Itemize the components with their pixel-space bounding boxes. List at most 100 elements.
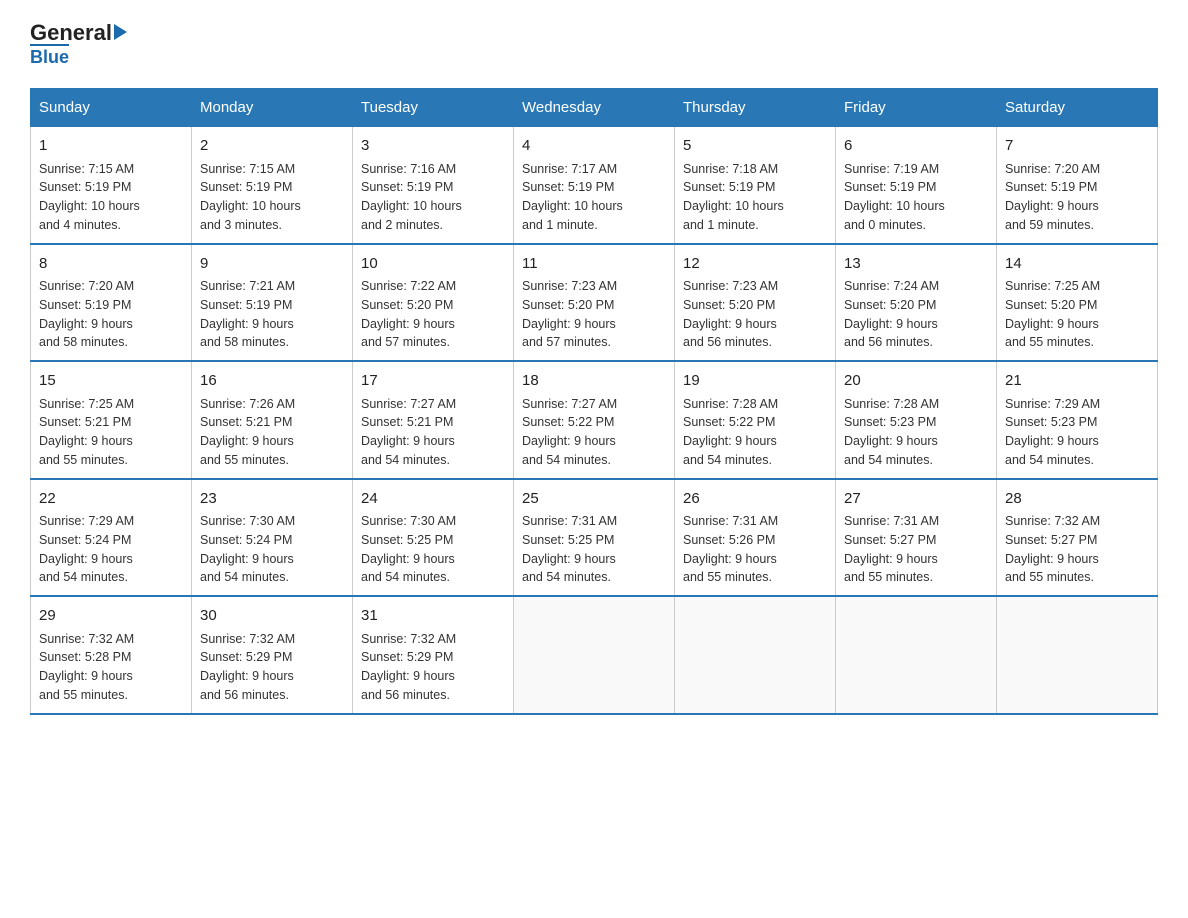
day-info: Sunrise: 7:23 AMSunset: 5:20 PMDaylight:… <box>683 277 827 352</box>
header-cell-thursday: Thursday <box>675 89 836 127</box>
day-number: 3 <box>361 135 505 158</box>
day-number: 22 <box>39 488 183 511</box>
day-info: Sunrise: 7:29 AMSunset: 5:24 PMDaylight:… <box>39 512 183 587</box>
day-info: Sunrise: 7:20 AMSunset: 5:19 PMDaylight:… <box>39 277 183 352</box>
calendar-body: 1 Sunrise: 7:15 AMSunset: 5:19 PMDayligh… <box>31 127 1158 714</box>
calendar-cell: 24 Sunrise: 7:30 AMSunset: 5:25 PMDaylig… <box>353 479 514 597</box>
day-info: Sunrise: 7:19 AMSunset: 5:19 PMDaylight:… <box>844 160 988 235</box>
header-cell-wednesday: Wednesday <box>514 89 675 127</box>
header-cell-tuesday: Tuesday <box>353 89 514 127</box>
day-number: 4 <box>522 135 666 158</box>
calendar-cell <box>997 596 1158 714</box>
day-number: 2 <box>200 135 344 158</box>
calendar-cell: 9 Sunrise: 7:21 AMSunset: 5:19 PMDayligh… <box>192 244 353 362</box>
day-info: Sunrise: 7:15 AMSunset: 5:19 PMDaylight:… <box>39 160 183 235</box>
calendar-cell: 25 Sunrise: 7:31 AMSunset: 5:25 PMDaylig… <box>514 479 675 597</box>
day-number: 23 <box>200 488 344 511</box>
day-number: 18 <box>522 370 666 393</box>
day-info: Sunrise: 7:17 AMSunset: 5:19 PMDaylight:… <box>522 160 666 235</box>
header-cell-sunday: Sunday <box>31 89 192 127</box>
calendar-cell <box>675 596 836 714</box>
day-info: Sunrise: 7:26 AMSunset: 5:21 PMDaylight:… <box>200 395 344 470</box>
calendar-cell: 12 Sunrise: 7:23 AMSunset: 5:20 PMDaylig… <box>675 244 836 362</box>
day-number: 31 <box>361 605 505 628</box>
day-number: 9 <box>200 253 344 276</box>
day-number: 20 <box>844 370 988 393</box>
calendar-cell: 14 Sunrise: 7:25 AMSunset: 5:20 PMDaylig… <box>997 244 1158 362</box>
day-number: 13 <box>844 253 988 276</box>
day-number: 12 <box>683 253 827 276</box>
day-info: Sunrise: 7:23 AMSunset: 5:20 PMDaylight:… <box>522 277 666 352</box>
calendar-cell: 18 Sunrise: 7:27 AMSunset: 5:22 PMDaylig… <box>514 361 675 479</box>
calendar-table: SundayMondayTuesdayWednesdayThursdayFrid… <box>30 88 1158 715</box>
day-number: 28 <box>1005 488 1149 511</box>
calendar-cell: 28 Sunrise: 7:32 AMSunset: 5:27 PMDaylig… <box>997 479 1158 597</box>
day-number: 7 <box>1005 135 1149 158</box>
calendar-cell: 20 Sunrise: 7:28 AMSunset: 5:23 PMDaylig… <box>836 361 997 479</box>
day-info: Sunrise: 7:29 AMSunset: 5:23 PMDaylight:… <box>1005 395 1149 470</box>
day-info: Sunrise: 7:28 AMSunset: 5:22 PMDaylight:… <box>683 395 827 470</box>
day-info: Sunrise: 7:18 AMSunset: 5:19 PMDaylight:… <box>683 160 827 235</box>
day-info: Sunrise: 7:31 AMSunset: 5:26 PMDaylight:… <box>683 512 827 587</box>
day-info: Sunrise: 7:20 AMSunset: 5:19 PMDaylight:… <box>1005 160 1149 235</box>
page-header: General Blue <box>30 20 1158 68</box>
day-info: Sunrise: 7:30 AMSunset: 5:25 PMDaylight:… <box>361 512 505 587</box>
day-number: 17 <box>361 370 505 393</box>
logo-arrow-icon <box>114 24 127 40</box>
day-number: 6 <box>844 135 988 158</box>
calendar-cell: 19 Sunrise: 7:28 AMSunset: 5:22 PMDaylig… <box>675 361 836 479</box>
calendar-cell: 31 Sunrise: 7:32 AMSunset: 5:29 PMDaylig… <box>353 596 514 714</box>
day-number: 15 <box>39 370 183 393</box>
calendar-cell: 15 Sunrise: 7:25 AMSunset: 5:21 PMDaylig… <box>31 361 192 479</box>
day-info: Sunrise: 7:31 AMSunset: 5:25 PMDaylight:… <box>522 512 666 587</box>
day-number: 30 <box>200 605 344 628</box>
calendar-cell: 16 Sunrise: 7:26 AMSunset: 5:21 PMDaylig… <box>192 361 353 479</box>
calendar-cell: 5 Sunrise: 7:18 AMSunset: 5:19 PMDayligh… <box>675 127 836 244</box>
day-number: 14 <box>1005 253 1149 276</box>
day-info: Sunrise: 7:22 AMSunset: 5:20 PMDaylight:… <box>361 277 505 352</box>
logo-blue-label: Blue <box>30 44 69 68</box>
calendar-cell: 2 Sunrise: 7:15 AMSunset: 5:19 PMDayligh… <box>192 127 353 244</box>
day-number: 10 <box>361 253 505 276</box>
header-cell-saturday: Saturday <box>997 89 1158 127</box>
day-number: 11 <box>522 253 666 276</box>
day-number: 5 <box>683 135 827 158</box>
day-number: 27 <box>844 488 988 511</box>
day-info: Sunrise: 7:32 AMSunset: 5:27 PMDaylight:… <box>1005 512 1149 587</box>
calendar-cell: 27 Sunrise: 7:31 AMSunset: 5:27 PMDaylig… <box>836 479 997 597</box>
calendar-cell: 10 Sunrise: 7:22 AMSunset: 5:20 PMDaylig… <box>353 244 514 362</box>
calendar-cell: 26 Sunrise: 7:31 AMSunset: 5:26 PMDaylig… <box>675 479 836 597</box>
day-info: Sunrise: 7:31 AMSunset: 5:27 PMDaylight:… <box>844 512 988 587</box>
calendar-cell: 13 Sunrise: 7:24 AMSunset: 5:20 PMDaylig… <box>836 244 997 362</box>
logo-general-text: General <box>30 20 112 46</box>
day-info: Sunrise: 7:30 AMSunset: 5:24 PMDaylight:… <box>200 512 344 587</box>
day-info: Sunrise: 7:28 AMSunset: 5:23 PMDaylight:… <box>844 395 988 470</box>
day-info: Sunrise: 7:32 AMSunset: 5:28 PMDaylight:… <box>39 630 183 705</box>
header-cell-monday: Monday <box>192 89 353 127</box>
logo: General Blue <box>30 20 129 68</box>
calendar-cell: 1 Sunrise: 7:15 AMSunset: 5:19 PMDayligh… <box>31 127 192 244</box>
day-number: 29 <box>39 605 183 628</box>
calendar-week-1: 1 Sunrise: 7:15 AMSunset: 5:19 PMDayligh… <box>31 127 1158 244</box>
day-number: 1 <box>39 135 183 158</box>
day-info: Sunrise: 7:21 AMSunset: 5:19 PMDaylight:… <box>200 277 344 352</box>
day-number: 16 <box>200 370 344 393</box>
day-info: Sunrise: 7:32 AMSunset: 5:29 PMDaylight:… <box>200 630 344 705</box>
calendar-week-5: 29 Sunrise: 7:32 AMSunset: 5:28 PMDaylig… <box>31 596 1158 714</box>
calendar-cell: 17 Sunrise: 7:27 AMSunset: 5:21 PMDaylig… <box>353 361 514 479</box>
calendar-week-3: 15 Sunrise: 7:25 AMSunset: 5:21 PMDaylig… <box>31 361 1158 479</box>
calendar-header: SundayMondayTuesdayWednesdayThursdayFrid… <box>31 89 1158 127</box>
calendar-cell: 21 Sunrise: 7:29 AMSunset: 5:23 PMDaylig… <box>997 361 1158 479</box>
calendar-week-4: 22 Sunrise: 7:29 AMSunset: 5:24 PMDaylig… <box>31 479 1158 597</box>
day-info: Sunrise: 7:15 AMSunset: 5:19 PMDaylight:… <box>200 160 344 235</box>
day-info: Sunrise: 7:25 AMSunset: 5:20 PMDaylight:… <box>1005 277 1149 352</box>
calendar-cell: 7 Sunrise: 7:20 AMSunset: 5:19 PMDayligh… <box>997 127 1158 244</box>
day-info: Sunrise: 7:24 AMSunset: 5:20 PMDaylight:… <box>844 277 988 352</box>
header-row: SundayMondayTuesdayWednesdayThursdayFrid… <box>31 89 1158 127</box>
day-info: Sunrise: 7:27 AMSunset: 5:21 PMDaylight:… <box>361 395 505 470</box>
day-number: 26 <box>683 488 827 511</box>
day-info: Sunrise: 7:32 AMSunset: 5:29 PMDaylight:… <box>361 630 505 705</box>
calendar-cell <box>836 596 997 714</box>
calendar-cell: 8 Sunrise: 7:20 AMSunset: 5:19 PMDayligh… <box>31 244 192 362</box>
day-number: 25 <box>522 488 666 511</box>
